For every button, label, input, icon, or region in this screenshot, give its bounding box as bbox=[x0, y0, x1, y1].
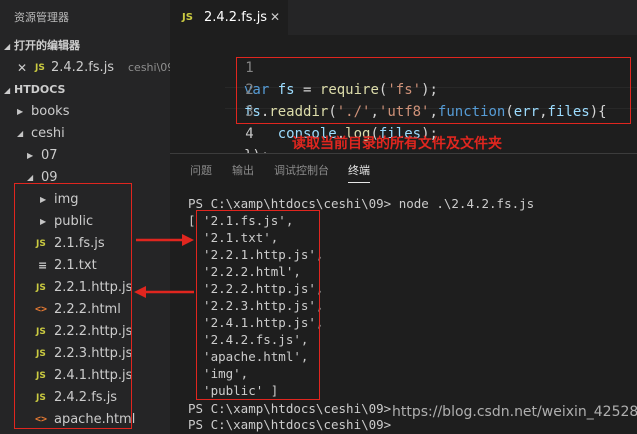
arrow-right-icon bbox=[136, 234, 194, 246]
watermark: https://blog.csdn.net/weixin_42528266 bbox=[392, 404, 637, 420]
arrow-left-icon bbox=[134, 286, 194, 298]
annotation-arrows bbox=[134, 234, 194, 298]
